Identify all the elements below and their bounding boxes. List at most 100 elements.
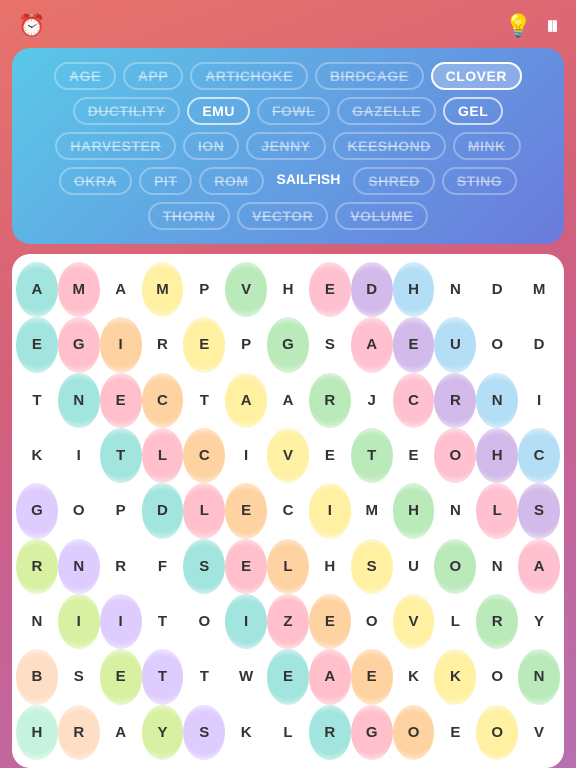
grid-cell[interactable]: E xyxy=(225,539,267,594)
grid-cell[interactable]: T xyxy=(351,428,393,483)
grid-cell[interactable]: D xyxy=(476,262,518,317)
grid-cell[interactable]: T xyxy=(16,373,58,428)
grid-cell[interactable]: N xyxy=(476,373,518,428)
word-chip-artichoke[interactable]: ARTICHOKE xyxy=(190,62,308,90)
grid-cell[interactable]: L xyxy=(142,428,184,483)
grid-cell[interactable]: G xyxy=(351,705,393,760)
word-chip-emu[interactable]: EMU xyxy=(187,97,250,125)
grid-cell[interactable]: S xyxy=(58,649,100,704)
word-chip-age[interactable]: AGE xyxy=(54,62,116,90)
grid-cell[interactable]: O xyxy=(393,705,435,760)
grid-cell[interactable]: N xyxy=(518,649,560,704)
grid-cell[interactable]: H xyxy=(16,705,58,760)
grid-cell[interactable]: E xyxy=(267,649,309,704)
grid-cell[interactable]: E xyxy=(434,705,476,760)
grid-cell[interactable]: V xyxy=(518,705,560,760)
grid-cell[interactable]: O xyxy=(476,649,518,704)
grid-cell[interactable]: G xyxy=(16,483,58,538)
grid-cell[interactable]: P xyxy=(100,483,142,538)
grid-cell[interactable]: R xyxy=(309,373,351,428)
grid-cell[interactable]: E xyxy=(16,317,58,372)
grid-cell[interactable]: D xyxy=(142,483,184,538)
grid-cell[interactable]: K xyxy=(16,428,58,483)
word-chip-gel[interactable]: GEL xyxy=(443,97,503,125)
grid-cell[interactable]: H xyxy=(393,483,435,538)
word-chip-thorn[interactable]: THORN xyxy=(148,202,230,230)
grid-cell[interactable]: O xyxy=(351,594,393,649)
grid-cell[interactable]: M xyxy=(142,262,184,317)
grid-cell[interactable]: S xyxy=(183,705,225,760)
grid-cell[interactable]: R xyxy=(476,594,518,649)
grid-cell[interactable]: L xyxy=(267,539,309,594)
grid-cell[interactable]: R xyxy=(309,705,351,760)
grid-cell[interactable]: E xyxy=(309,594,351,649)
word-chip-mink[interactable]: MINK xyxy=(453,132,521,160)
grid-cell[interactable]: V xyxy=(267,428,309,483)
grid-cell[interactable]: I xyxy=(225,428,267,483)
grid-cell[interactable]: E xyxy=(100,649,142,704)
word-chip-okra[interactable]: OKRA xyxy=(59,167,132,195)
grid-cell[interactable]: U xyxy=(393,539,435,594)
grid-cell[interactable]: H xyxy=(393,262,435,317)
grid-cell[interactable]: A xyxy=(225,373,267,428)
word-chip-ion[interactable]: ION xyxy=(183,132,239,160)
word-chip-harvester[interactable]: HARVESTER xyxy=(55,132,176,160)
grid-cell[interactable]: L xyxy=(183,483,225,538)
grid-cell[interactable]: I xyxy=(100,594,142,649)
grid-cell[interactable]: N xyxy=(58,539,100,594)
grid-cell[interactable]: H xyxy=(476,428,518,483)
grid-cell[interactable]: N xyxy=(16,594,58,649)
grid-cell[interactable]: H xyxy=(309,539,351,594)
grid-cell[interactable]: T xyxy=(183,649,225,704)
grid-cell[interactable]: S xyxy=(351,539,393,594)
word-chip-clover[interactable]: CLOVER xyxy=(431,62,522,90)
grid-cell[interactable]: P xyxy=(225,317,267,372)
word-chip-vector[interactable]: VECTOR xyxy=(237,202,328,230)
grid-cell[interactable]: M xyxy=(518,262,560,317)
grid-cell[interactable]: S xyxy=(518,483,560,538)
word-chip-fowl[interactable]: FOWL xyxy=(257,97,330,125)
word-chip-sting[interactable]: STING xyxy=(442,167,517,195)
grid-cell[interactable]: K xyxy=(225,705,267,760)
word-chip-ductility[interactable]: DUCTILITY xyxy=(73,97,181,125)
grid-cell[interactable]: G xyxy=(267,317,309,372)
grid-cell[interactable]: M xyxy=(58,262,100,317)
grid-cell[interactable]: C xyxy=(142,373,184,428)
word-chip-rom[interactable]: ROM xyxy=(199,167,263,195)
grid-cell[interactable]: I xyxy=(58,594,100,649)
grid-cell[interactable]: L xyxy=(476,483,518,538)
grid-cell[interactable]: D xyxy=(518,317,560,372)
grid-cell[interactable]: A xyxy=(16,262,58,317)
word-chip-pit[interactable]: PIT xyxy=(139,167,192,195)
grid-cell[interactable]: O xyxy=(58,483,100,538)
grid-cell[interactable]: N xyxy=(434,483,476,538)
grid-cell[interactable]: A xyxy=(100,262,142,317)
grid-cell[interactable]: I xyxy=(58,428,100,483)
grid-cell[interactable]: N xyxy=(434,262,476,317)
grid-cell[interactable]: T xyxy=(142,594,184,649)
grid-cell[interactable]: T xyxy=(142,649,184,704)
grid-cell[interactable]: O xyxy=(476,705,518,760)
grid-cell[interactable]: R xyxy=(16,539,58,594)
grid-cell[interactable]: C xyxy=(183,428,225,483)
grid-cell[interactable]: E xyxy=(309,428,351,483)
grid-cell[interactable]: U xyxy=(434,317,476,372)
grid-cell[interactable]: R xyxy=(58,705,100,760)
word-chip-gazelle[interactable]: GAZELLE xyxy=(337,97,436,125)
grid-cell[interactable]: T xyxy=(100,428,142,483)
grid-cell[interactable]: L xyxy=(434,594,476,649)
grid-cell[interactable]: L xyxy=(267,705,309,760)
grid-cell[interactable]: K xyxy=(393,649,435,704)
grid-cell[interactable]: P xyxy=(183,262,225,317)
grid-cell[interactable]: M xyxy=(351,483,393,538)
grid-cell[interactable]: G xyxy=(58,317,100,372)
grid-cell[interactable]: C xyxy=(518,428,560,483)
grid-cell[interactable]: E xyxy=(393,428,435,483)
grid-cell[interactable]: E xyxy=(351,649,393,704)
grid-cell[interactable]: S xyxy=(309,317,351,372)
grid-cell[interactable]: O xyxy=(476,317,518,372)
grid-cell[interactable]: C xyxy=(393,373,435,428)
grid-cell[interactable]: I xyxy=(225,594,267,649)
grid-cell[interactable]: I xyxy=(309,483,351,538)
grid-cell[interactable]: E xyxy=(225,483,267,538)
